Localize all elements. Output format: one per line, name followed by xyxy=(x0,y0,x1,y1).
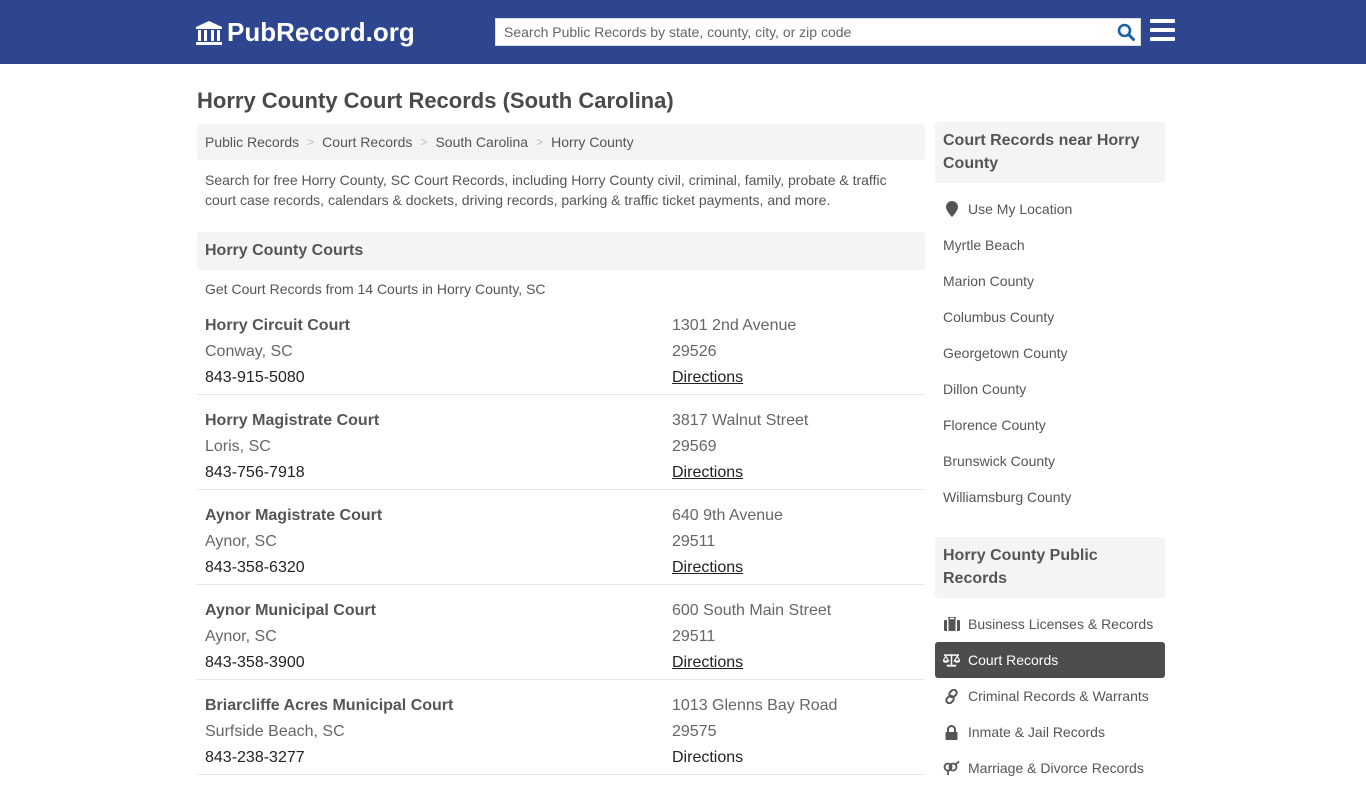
court-row: Aynor Magistrate Court Aynor, SC 843-358… xyxy=(197,490,925,585)
breadcrumb: Public Records > Court Records > South C… xyxy=(197,124,925,160)
directions-link[interactable]: Directions xyxy=(672,559,743,576)
public-records-heading: Horry County Public Records xyxy=(935,537,1165,598)
sidebar-item-court-records[interactable]: Court Records xyxy=(935,642,1165,678)
sidebar-item-criminal-records[interactable]: Criminal Records & Warrants xyxy=(935,678,1165,714)
court-city: Conway, SC xyxy=(205,343,293,360)
court-phone[interactable]: 843-756-7918 xyxy=(205,460,672,486)
breadcrumb-separator: > xyxy=(536,135,544,149)
court-city: Aynor, SC xyxy=(205,533,277,550)
menu-bar xyxy=(1150,28,1175,32)
sidebar-item-label: Criminal Records & Warrants xyxy=(968,688,1149,704)
court-zip: 29511 xyxy=(672,628,716,645)
court-phone[interactable]: 843-915-5080 xyxy=(205,365,672,391)
breadcrumb-horry-county: Horry County xyxy=(551,134,634,150)
search-box xyxy=(495,18,1141,46)
site-logo[interactable]: PubRecord.org xyxy=(195,17,415,48)
top-navbar: PubRecord.org xyxy=(0,0,1366,64)
court-name: Horry Circuit Court xyxy=(205,317,350,334)
nearby-link-dillon-county[interactable]: Dillon County xyxy=(935,371,1165,407)
logo-text: PubRecord.org xyxy=(227,17,415,47)
court-phone[interactable]: 843-358-3900 xyxy=(205,650,672,676)
search-input[interactable] xyxy=(496,19,1112,45)
breadcrumb-public-records[interactable]: Public Records xyxy=(205,134,299,150)
court-address: 1013 Glenns Bay Road xyxy=(672,697,838,714)
breadcrumb-court-records[interactable]: Court Records xyxy=(322,134,412,150)
breadcrumb-separator: > xyxy=(307,135,315,149)
court-name: Aynor Magistrate Court xyxy=(205,507,383,524)
nearby-link-williamsburg-county[interactable]: Williamsburg County xyxy=(935,479,1165,515)
breadcrumb-separator: > xyxy=(420,135,428,149)
court-row: Horry Circuit Court Conway, SC 843-915-5… xyxy=(197,300,925,395)
use-my-location-button[interactable]: Use My Location xyxy=(935,191,1165,227)
sidebar-item-business-licenses[interactable]: Business Licenses & Records xyxy=(935,606,1165,642)
hamburger-menu-button[interactable] xyxy=(1150,19,1175,41)
nearby-link-brunswick-county[interactable]: Brunswick County xyxy=(935,443,1165,479)
nearby-link-marion-county[interactable]: Marion County xyxy=(935,263,1165,299)
sidebar-item-label: Court Records xyxy=(968,652,1059,668)
link-icon xyxy=(943,688,960,704)
court-address: 600 South Main Street xyxy=(672,602,832,619)
court-zip: 29511 xyxy=(672,533,716,550)
venus-mars-icon xyxy=(943,760,960,776)
courts-count-text: Get Court Records from 14 Courts in Horr… xyxy=(205,281,546,297)
court-row: Horry Magistrate Court Loris, SC 843-756… xyxy=(197,395,925,490)
court-phone[interactable]: 843-238-3277 xyxy=(205,745,672,771)
court-city: Aynor, SC xyxy=(205,628,277,645)
court-address: 640 9th Avenue xyxy=(672,507,783,524)
menu-bar xyxy=(1150,37,1175,41)
directions-link[interactable]: Directions xyxy=(672,749,743,766)
court-zip: 29526 xyxy=(672,343,717,360)
directions-link[interactable]: Directions xyxy=(672,654,743,671)
court-name: Horry Magistrate Court xyxy=(205,412,380,429)
nearby-link-georgetown-county[interactable]: Georgetown County xyxy=(935,335,1165,371)
court-city: Surfside Beach, SC xyxy=(205,723,345,740)
court-address: 1301 2nd Avenue xyxy=(672,317,797,334)
nearby-heading: Court Records near Horry County xyxy=(935,122,1165,183)
nearby-link-myrtle-beach[interactable]: Myrtle Beach xyxy=(935,227,1165,263)
court-name: Aynor Municipal Court xyxy=(205,602,376,619)
court-zip: 29575 xyxy=(672,723,717,740)
sidebar: Court Records near Horry County Use My L… xyxy=(935,122,1165,786)
briefcase-icon xyxy=(943,616,960,632)
court-zip: 29569 xyxy=(672,438,717,455)
menu-bar xyxy=(1150,19,1175,23)
courthouse-icon xyxy=(196,20,222,45)
nearby-link-florence-county[interactable]: Florence County xyxy=(935,407,1165,443)
sidebar-item-marriage-divorce[interactable]: Marriage & Divorce Records xyxy=(935,750,1165,786)
search-icon xyxy=(1117,23,1135,41)
nearby-link-columbus-county[interactable]: Columbus County xyxy=(935,299,1165,335)
nearby-list: Use My Location Myrtle Beach Marion Coun… xyxy=(935,183,1165,515)
court-city: Loris, SC xyxy=(205,438,271,455)
directions-link[interactable]: Directions xyxy=(672,369,743,386)
search-button[interactable] xyxy=(1112,19,1140,45)
court-row: Aynor Municipal Court Aynor, SC 843-358-… xyxy=(197,585,925,680)
public-records-list: Business Licenses & Records Court Record… xyxy=(935,598,1165,786)
court-name: Briarcliffe Acres Municipal Court xyxy=(205,697,454,714)
page-title: Horry County Court Records (South Caroli… xyxy=(197,88,674,113)
map-marker-icon xyxy=(943,201,960,217)
use-my-location-label: Use My Location xyxy=(968,201,1073,217)
sidebar-item-inmate-records[interactable]: Inmate & Jail Records xyxy=(935,714,1165,750)
sidebar-item-label: Business Licenses & Records xyxy=(968,616,1154,632)
balance-scale-icon xyxy=(943,652,960,668)
sidebar-item-label: Inmate & Jail Records xyxy=(968,724,1105,740)
court-address: 3817 Walnut Street xyxy=(672,412,809,429)
courts-section-heading: Horry County Courts xyxy=(197,232,925,270)
main-content: Public Records > Court Records > South C… xyxy=(197,124,925,775)
court-phone[interactable]: 843-358-6320 xyxy=(205,555,672,581)
court-row: Briarcliffe Acres Municipal Court Surfsi… xyxy=(197,680,925,775)
intro-text: Search for free Horry County, SC Court R… xyxy=(205,172,887,208)
sidebar-item-label: Marriage & Divorce Records xyxy=(968,760,1144,776)
breadcrumb-south-carolina[interactable]: South Carolina xyxy=(435,134,528,150)
directions-link[interactable]: Directions xyxy=(672,464,743,481)
lock-icon xyxy=(943,724,960,740)
